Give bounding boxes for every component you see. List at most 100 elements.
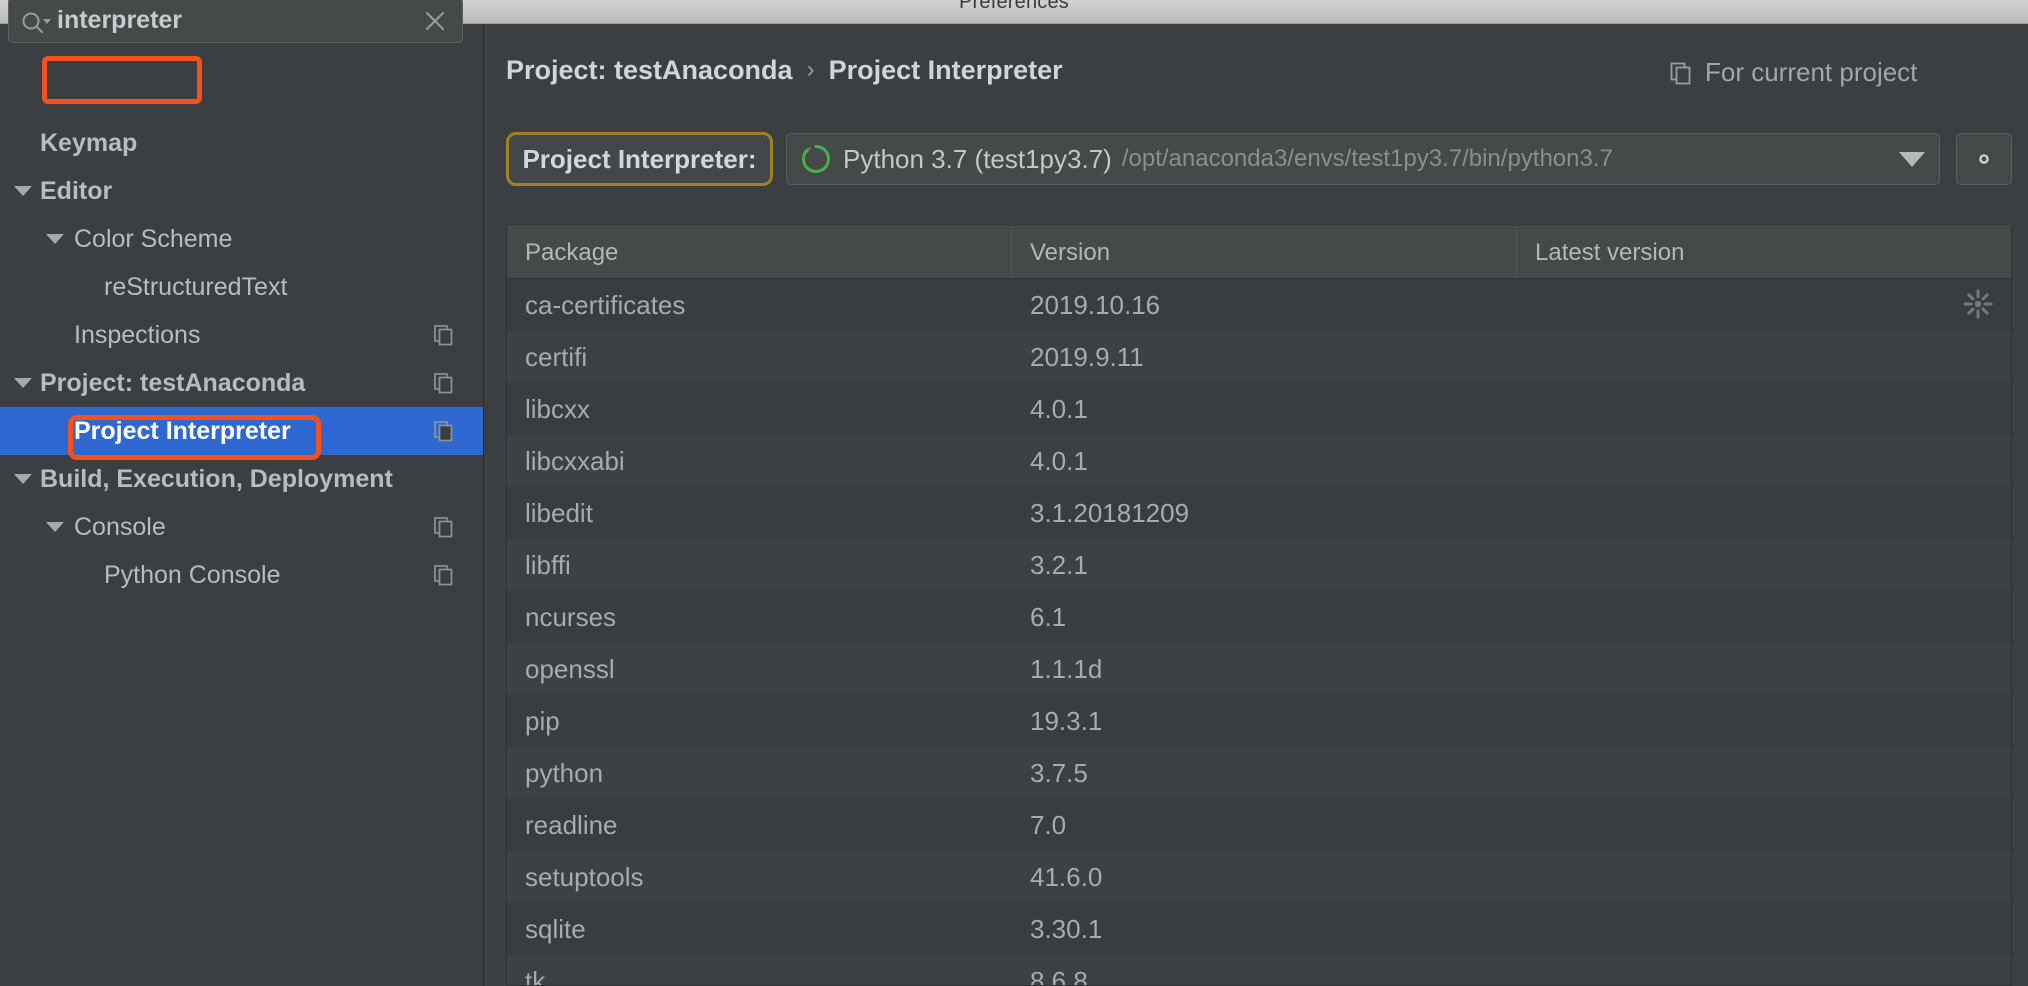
packages-table-header: Package Version Latest version [507,227,2011,279]
cell-version: 7.0 [1030,809,1067,840]
sidebar-item-python-console[interactable]: Python Console [0,551,483,599]
sidebar-item-editor[interactable]: Editor [0,167,483,215]
interpreter-settings-button[interactable] [1956,133,2012,185]
sidebar-item-label: Build, Execution, Deployment [40,464,393,493]
interpreter-label: Project Interpreter: [506,132,773,186]
search-field[interactable] [8,0,463,43]
table-row[interactable]: tk 8.6.8 [507,955,2011,986]
sidebar-item-project-testanaconda[interactable]: Project: testAnaconda [0,359,483,407]
spinner-icon [1963,289,1993,319]
cell-package: python [525,757,604,788]
sidebar-item-label: Project Interpreter [74,416,291,445]
table-row[interactable]: certifi 2019.9.11 [507,331,2011,383]
interpreter-combobox[interactable]: Python 3.7 (test1py3.7) /opt/anaconda3/e… [786,133,1940,185]
cell-package: ca-certificates [525,289,686,320]
packages-table-body: ca-certificates 2019.10.16 certifi 2019.9.1… [507,279,2011,986]
search-icon[interactable] [19,10,53,34]
cell-package: ncurses [525,601,617,632]
cell-version: 19.3.1 [1030,705,1103,736]
cell-version: 3.2.1 [1030,549,1088,580]
cell-version: 3.7.5 [1030,757,1088,788]
sidebar-item-build-execution-deployment[interactable]: Build, Execution, Deployment [0,455,483,503]
cell-package: setuptools [525,861,644,892]
copy-icon[interactable] [433,324,455,346]
breadcrumb-separator: › [806,56,815,83]
sidebar-item-label: reStructuredText [104,272,288,301]
copy-icon[interactable] [433,516,455,538]
sidebar-item-restructuredtext[interactable]: reStructuredText [0,263,483,311]
table-row[interactable]: python 3.7.5 [507,747,2011,799]
interpreter-row: Project Interpreter: Python 3.7 (test1py… [506,132,2012,188]
gear-icon [1969,144,1999,174]
sidebar-item-project-interpreter[interactable]: Project Interpreter [0,407,483,455]
sidebar-item-label: Project: testAnaconda [40,368,306,397]
table-row[interactable]: readline 7.0 [507,799,2011,851]
sidebar-item-label: Inspections [74,320,201,349]
cell-version: 2019.10.16 [1030,289,1161,320]
chevron-down-icon[interactable] [46,522,64,532]
sidebar-item-label: Console [74,512,166,541]
cell-package: libffi [525,549,571,580]
table-row[interactable]: sqlite 3.30.1 [507,903,2011,955]
settings-tree: Keymap Editor Color Scheme reStructuredText… [0,119,483,599]
cell-version: 3.1.20181209 [1030,497,1190,528]
table-row[interactable]: openssl 1.1.1d [507,643,2011,695]
breadcrumb: Project: testAnaconda › Project Interpre… [506,44,1063,96]
cell-version: 1.1.1d [1030,653,1103,684]
cell-package: certifi [525,341,588,372]
cell-version: 4.0.1 [1030,393,1088,424]
chevron-down-icon[interactable] [1899,152,1925,167]
sidebar-item-color-scheme[interactable]: Color Scheme [0,215,483,263]
table-row[interactable]: libcxxabi 4.0.1 [507,435,2011,487]
cell-package: sqlite [525,913,586,944]
table-row[interactable]: ncurses 6.1 [507,591,2011,643]
table-row[interactable]: libedit 3.1.20181209 [507,487,2011,539]
copy-icon [1669,61,1693,85]
cell-package: openssl [525,653,615,684]
table-row[interactable]: pip 19.3.1 [507,695,2011,747]
sidebar-item-inspections[interactable]: Inspections [0,311,483,359]
cell-package: readline [525,809,618,840]
cell-package: libedit [525,497,593,528]
cell-package: pip [525,705,560,736]
close-icon[interactable] [422,8,448,34]
chevron-down-icon[interactable] [14,474,32,484]
table-row[interactable]: setuptools 41.6.0 [507,851,2011,903]
breadcrumb-root[interactable]: Project: testAnaconda [506,55,793,86]
sidebar-item-label: Color Scheme [74,224,233,253]
sidebar-item-keymap[interactable]: Keymap [0,119,483,167]
search-query-highlight [42,56,202,104]
settings-main-panel: Project: testAnaconda › Project Interpre… [484,24,2028,986]
copy-icon[interactable] [433,564,455,586]
cell-version: 6.1 [1030,601,1067,632]
table-row[interactable]: libcxx 4.0.1 [507,383,2011,435]
sidebar-item-label: Python Console [104,560,281,589]
cell-version: 2019.9.11 [1030,341,1144,372]
cell-version: 8.6.8 [1030,965,1088,986]
chevron-down-icon[interactable] [14,378,32,388]
sidebar-item-label: Keymap [40,128,138,157]
chevron-down-icon[interactable] [46,234,64,244]
for-current-project[interactable]: For current project [1669,57,1917,88]
table-row[interactable]: libffi 3.2.1 [507,539,2011,591]
table-row[interactable]: ca-certificates 2019.10.16 [507,279,2011,331]
cell-version: 3.30.1 [1030,913,1103,944]
for-current-project-label: For current project [1705,57,1918,87]
column-header-version[interactable]: Version [1012,227,1517,278]
cell-version: 41.6.0 [1030,861,1103,892]
packages-table: Package Version Latest version ca-certif… [506,226,2012,986]
chevron-down-icon[interactable] [14,186,32,196]
cell-package: tk [525,965,546,986]
sidebar-item-label: Editor [40,176,113,205]
column-header-latest-version[interactable]: Latest version [1517,227,2011,278]
column-header-package[interactable]: Package [507,227,1012,278]
search-input[interactable] [57,0,402,42]
cell-version: 4.0.1 [1030,445,1088,476]
cell-package: libcxx [525,393,591,424]
sidebar-item-console[interactable]: Console [0,503,483,551]
copy-icon[interactable] [433,420,455,442]
search-area [0,0,483,104]
copy-icon[interactable] [433,372,455,394]
conda-icon [801,144,831,174]
interpreter-path: /opt/anaconda3/envs/test1py3.7/bin/pytho… [1121,145,1613,172]
